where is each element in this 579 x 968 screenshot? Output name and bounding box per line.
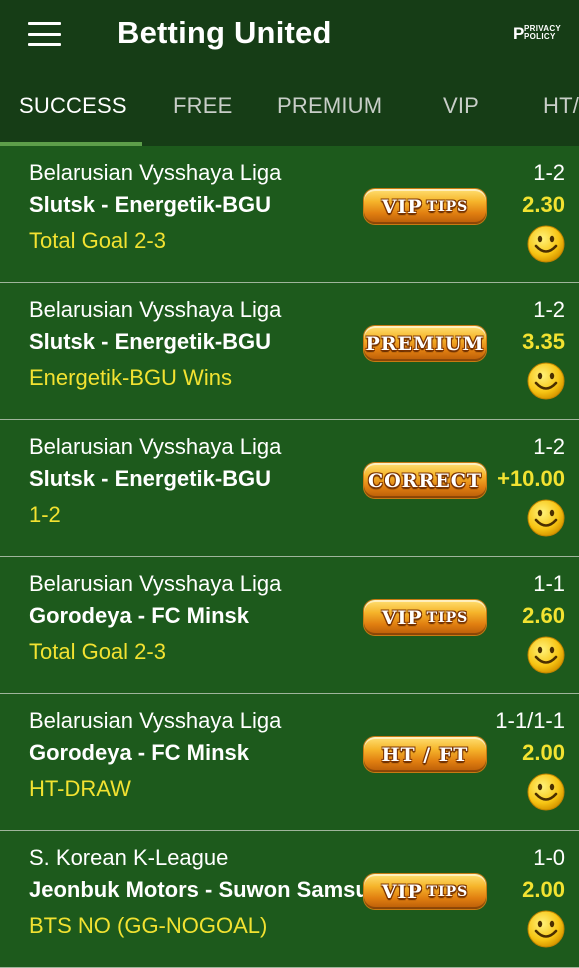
badge-small-text: TIPS <box>426 883 469 900</box>
list-item[interactable]: Belarusian Vysshaya Liga Gorodeya - FC M… <box>0 694 579 831</box>
badge-small-text: TIPS <box>426 609 469 626</box>
match-name: Slutsk - Energetik-BGU <box>29 329 272 354</box>
vip-tips-badge: VIP TIPS <box>364 874 486 909</box>
ht-ft-badge: HT / FT <box>364 737 486 772</box>
premium-badge: PREMIUM <box>364 326 486 361</box>
match-name: Slutsk - Energetik-BGU <box>29 192 272 217</box>
vip-tips-badge: VIP TIPS <box>364 600 486 635</box>
tips-list: Belarusian Vysshaya Liga Slutsk - Energe… <box>0 146 579 968</box>
list-item[interactable]: Belarusian Vysshaya Liga Slutsk - Energe… <box>0 283 579 420</box>
badge-small-text: TIPS <box>426 198 469 215</box>
list-item[interactable]: S. Korean K-League Jeonbuk Motors - Suwo… <box>0 831 579 968</box>
league-name: Belarusian Vysshaya Liga <box>29 297 282 322</box>
tip-text: BTS NO (GG-NOGOAL) <box>29 913 268 938</box>
smiley-face-icon <box>527 773 565 811</box>
match-name: Slutsk - Energetik-BGU <box>29 466 272 491</box>
list-item[interactable]: Belarusian Vysshaya Liga Slutsk - Energe… <box>0 420 579 557</box>
smiley-face-icon <box>527 636 565 674</box>
badge-main-text: VIP <box>381 195 423 218</box>
tip-text: Total Goal 2-3 <box>29 639 166 664</box>
score: 1-0 <box>533 845 565 870</box>
smiley-face-icon <box>527 362 565 400</box>
app-bar: Betting United P PRIVACY POLICY <box>0 0 579 71</box>
odds: +10.00 <box>497 466 565 491</box>
smiley-face-icon <box>527 225 565 263</box>
correct-badge: CORRECT <box>364 463 486 498</box>
tip-text: 1-2 <box>29 502 61 527</box>
badge-main-text: CORRECT <box>368 469 482 492</box>
vip-tips-badge: VIP TIPS <box>364 189 486 224</box>
app-title: Betting United <box>117 15 332 50</box>
league-name: Belarusian Vysshaya Liga <box>29 708 282 733</box>
tab-success[interactable]: SUCCESS <box>19 71 127 143</box>
score: 1-1/1-1 <box>495 708 565 733</box>
match-name: Gorodeya - FC Minsk <box>29 740 250 765</box>
score: 1-2 <box>533 434 565 459</box>
tab-bar: SUCCESS FREE PREMIUM VIP HT/ <box>0 71 579 146</box>
tab-htft[interactable]: HT/ <box>543 71 579 143</box>
smiley-face-icon <box>527 910 565 948</box>
badge-main-text: VIP <box>381 880 423 903</box>
odds: 3.35 <box>522 329 565 354</box>
league-name: Belarusian Vysshaya Liga <box>29 434 282 459</box>
league-name: S. Korean K-League <box>29 845 229 870</box>
odds: 2.00 <box>522 740 565 765</box>
tab-free[interactable]: FREE <box>173 71 232 143</box>
hamburger-menu-icon[interactable] <box>28 22 61 46</box>
odds: 2.00 <box>522 877 565 902</box>
match-name: Gorodeya - FC Minsk <box>29 603 250 628</box>
tip-text: Total Goal 2-3 <box>29 228 166 253</box>
odds: 2.30 <box>522 192 565 217</box>
privacy-label-bottom: POLICY <box>524 32 556 41</box>
badge-main-text: HT / FT <box>381 743 469 766</box>
tab-vip[interactable]: VIP <box>443 71 479 143</box>
smiley-face-icon <box>527 499 565 537</box>
tab-premium[interactable]: PREMIUM <box>277 71 382 143</box>
league-name: Belarusian Vysshaya Liga <box>29 571 282 596</box>
privacy-policy-button[interactable]: P PRIVACY POLICY <box>513 25 565 43</box>
score: 1-1 <box>533 571 565 596</box>
badge-main-text: VIP <box>381 606 423 629</box>
list-item[interactable]: Belarusian Vysshaya Liga Gorodeya - FC M… <box>0 557 579 694</box>
list-item[interactable]: Belarusian Vysshaya Liga Slutsk - Energe… <box>0 146 579 283</box>
score: 1-2 <box>533 160 565 185</box>
match-name: Jeonbuk Motors - Suwon Samsung <box>29 877 396 902</box>
tip-text: Energetik-BGU Wins <box>29 365 232 390</box>
odds: 2.60 <box>522 603 565 628</box>
league-name: Belarusian Vysshaya Liga <box>29 160 282 185</box>
privacy-letter: P <box>513 24 525 43</box>
badge-main-text: PREMIUM <box>365 332 485 355</box>
tip-text: HT-DRAW <box>29 776 131 801</box>
score: 1-2 <box>533 297 565 322</box>
